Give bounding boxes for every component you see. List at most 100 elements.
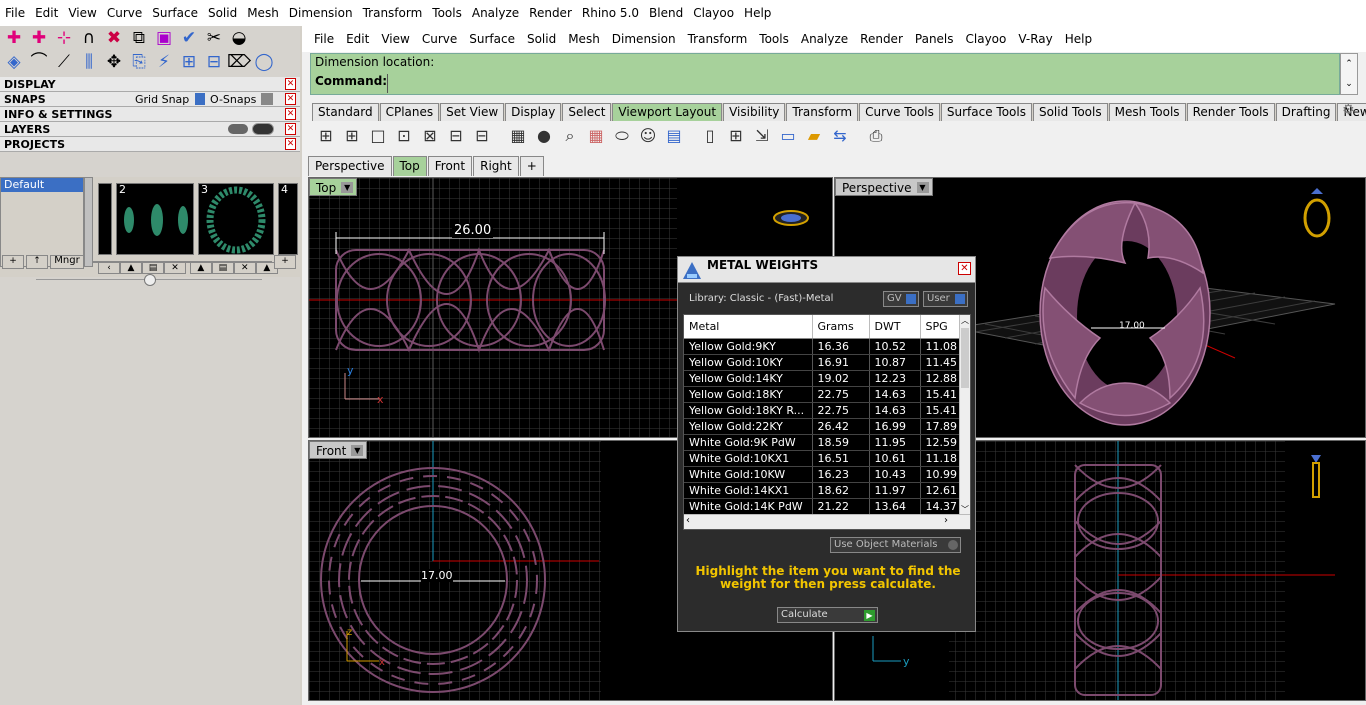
table-row[interactable]: White Gold:9K PdW 18.59 11.95 12.59 (684, 434, 963, 451)
ellipsoid-icon[interactable]: ⬭ (610, 124, 634, 148)
osnaps-toggle[interactable]: O-Snaps (210, 92, 256, 107)
tab-standard[interactable]: Standard (312, 103, 379, 121)
horizontal-scrollbar[interactable]: ‹ › (684, 514, 970, 529)
sphere-icon[interactable]: ● (532, 124, 556, 148)
tab-set-view[interactable]: Set View (440, 103, 505, 121)
menu-item-tools[interactable]: Tools (427, 0, 467, 26)
tab-display[interactable]: Display (505, 103, 562, 121)
thumbnail-3[interactable]: 3 (198, 183, 274, 255)
menu-item-help[interactable]: Help (1059, 32, 1098, 46)
table-row[interactable]: Yellow Gold:10KY 16.91 10.87 11.45 (684, 354, 963, 371)
points-icon[interactable]: ✚ (27, 27, 51, 49)
up-icon[interactable]: ↑ (26, 255, 48, 269)
menu-item-dimension[interactable]: Dimension (606, 32, 682, 46)
layout-new-icon[interactable]: ⊠ (418, 124, 442, 148)
menu-item-mesh[interactable]: Mesh (562, 32, 606, 46)
scroll-thumb[interactable] (961, 328, 969, 388)
menu-item-help[interactable]: Help (739, 0, 776, 26)
close-icon[interactable]: ✕ (285, 93, 296, 105)
column-header-spg[interactable]: SPG (920, 315, 963, 339)
chevron-down-icon[interactable]: ▼ (916, 182, 929, 193)
menu-item-tools[interactable]: Tools (753, 32, 795, 46)
viewport-tab-right[interactable]: Right (473, 156, 519, 176)
vertical-scrollbar[interactable]: ︿ ﹀ (959, 315, 970, 515)
join-icon[interactable]: ⊞ (177, 51, 201, 73)
tab-render-tools[interactable]: Render Tools (1186, 103, 1275, 121)
menu-item-transform[interactable]: Transform (682, 32, 754, 46)
page-icon[interactable]: ▯ (698, 124, 722, 148)
group-icon[interactable]: ⧉ (127, 27, 151, 49)
arc-icon[interactable]: ∩ (77, 27, 101, 49)
viewport-tab-top[interactable]: Top (392, 156, 427, 176)
point-icon[interactable]: ✚ (2, 27, 26, 49)
tab-cplanes[interactable]: CPlanes (379, 103, 440, 121)
column-header-dwt[interactable]: DWT (869, 315, 921, 339)
use-object-materials-option[interactable]: Use Object Materials (830, 537, 961, 553)
close-icon[interactable]: ✕ (285, 138, 296, 150)
menu-item-render[interactable]: Render (854, 32, 909, 46)
chevron-left-icon[interactable]: ‹ (686, 515, 690, 526)
menu-item-file[interactable]: File (308, 32, 340, 46)
menu-item-surface[interactable]: Surface (147, 0, 203, 26)
menu-item-clayoo[interactable]: Clayoo (960, 32, 1013, 46)
manager-button[interactable]: Mngr (50, 255, 84, 269)
table-row[interactable]: White Gold:10KX1 16.51 10.61 11.18 (684, 450, 963, 467)
menu-item-view[interactable]: View (375, 32, 415, 46)
close-icon[interactable]: ✕ (285, 123, 296, 135)
menu-item-solid[interactable]: Solid (203, 0, 242, 26)
column-header-grams[interactable]: Grams (812, 315, 870, 339)
menu-item-curve[interactable]: Curve (416, 32, 463, 46)
menu-item-surface[interactable]: Surface (463, 32, 521, 46)
close-icon[interactable]: ✕ (285, 108, 296, 120)
thumbnail-4[interactable]: 4 (278, 183, 298, 255)
menu-item-edit[interactable]: Edit (340, 32, 375, 46)
table-row[interactable]: Yellow Gold:22KY 26.42 16.99 17.89 (684, 418, 963, 435)
offset-icon[interactable]: ⟋ (52, 51, 76, 73)
table-row[interactable]: Yellow Gold:18KY 22.75 14.63 15.41 (684, 386, 963, 403)
gv-toggle[interactable]: GV (883, 291, 919, 307)
divider-handle[interactable] (144, 274, 156, 286)
menu-item-analyze[interactable]: Analyze (795, 32, 854, 46)
table-row[interactable]: White Gold:14K PdW 21.22 13.64 14.37 (684, 498, 963, 515)
tab-visibility[interactable]: Visibility (723, 103, 786, 121)
menu-item-panels[interactable]: Panels (909, 32, 960, 46)
tab-curve-tools[interactable]: Curve Tools (859, 103, 940, 121)
detail-icon[interactable]: ⊞ (724, 124, 748, 148)
gear-icon[interactable]: ⚙ (1342, 102, 1355, 118)
menu-item-v-ray[interactable]: V-Ray (1012, 32, 1058, 46)
tab-viewport-layout[interactable]: Viewport Layout (612, 103, 723, 121)
move-icon[interactable]: ✥ (102, 51, 126, 73)
add-icon[interactable]: + (2, 255, 24, 269)
command-input[interactable] (387, 74, 1339, 93)
menu-item-blend[interactable]: Blend (644, 0, 688, 26)
layout-4-icon[interactable]: ⊞ (314, 124, 338, 148)
magnify-icon[interactable]: ⌕ (558, 124, 582, 148)
boolean-icon[interactable]: ▣ (152, 27, 176, 49)
color-bars-icon[interactable]: ▤ (662, 124, 686, 148)
column-header-metal[interactable]: Metal (684, 315, 813, 339)
dialog-titlebar[interactable]: METAL WEIGHTS ✕ (678, 257, 975, 283)
zoom-slider[interactable] (92, 261, 272, 263)
menu-item-clayoo[interactable]: Clayoo (688, 0, 739, 26)
printer-icon[interactable]: ⎙ (864, 124, 888, 148)
viewport-tab-perspective[interactable]: Perspective (308, 156, 392, 176)
line-icon[interactable]: ⊹ (52, 27, 76, 49)
menu-item-transform[interactable]: Transform (358, 0, 428, 26)
project-item-default[interactable]: Default (1, 178, 83, 192)
grid-snap-toggle[interactable]: Grid Snap (135, 92, 189, 107)
menu-item-analyze[interactable]: Analyze (467, 0, 524, 26)
menu-item-rhino-5-0[interactable]: Rhino 5.0 (577, 0, 644, 26)
layout-h-icon[interactable]: ⊟ (444, 124, 468, 148)
tab-transform[interactable]: Transform (786, 103, 859, 121)
array-icon[interactable]: ⚡ (152, 51, 176, 73)
curve-icon[interactable]: ⌒ (27, 51, 51, 73)
front-viewport-label[interactable]: Front ▼ (309, 441, 368, 459)
explode-icon[interactable]: ⊟ (202, 51, 226, 73)
export-icon[interactable]: ⇆ (828, 124, 852, 148)
display-section[interactable]: DISPLAY ✕ (0, 77, 300, 92)
folder-icon[interactable]: ▰ (802, 124, 826, 148)
table-row[interactable]: White Gold:14KX1 18.62 11.97 12.61 (684, 482, 963, 499)
menu-item-mesh[interactable]: Mesh (242, 0, 284, 26)
grid-icon[interactable]: ▦ (506, 124, 530, 148)
tab-solid-tools[interactable]: Solid Tools (1032, 103, 1108, 121)
